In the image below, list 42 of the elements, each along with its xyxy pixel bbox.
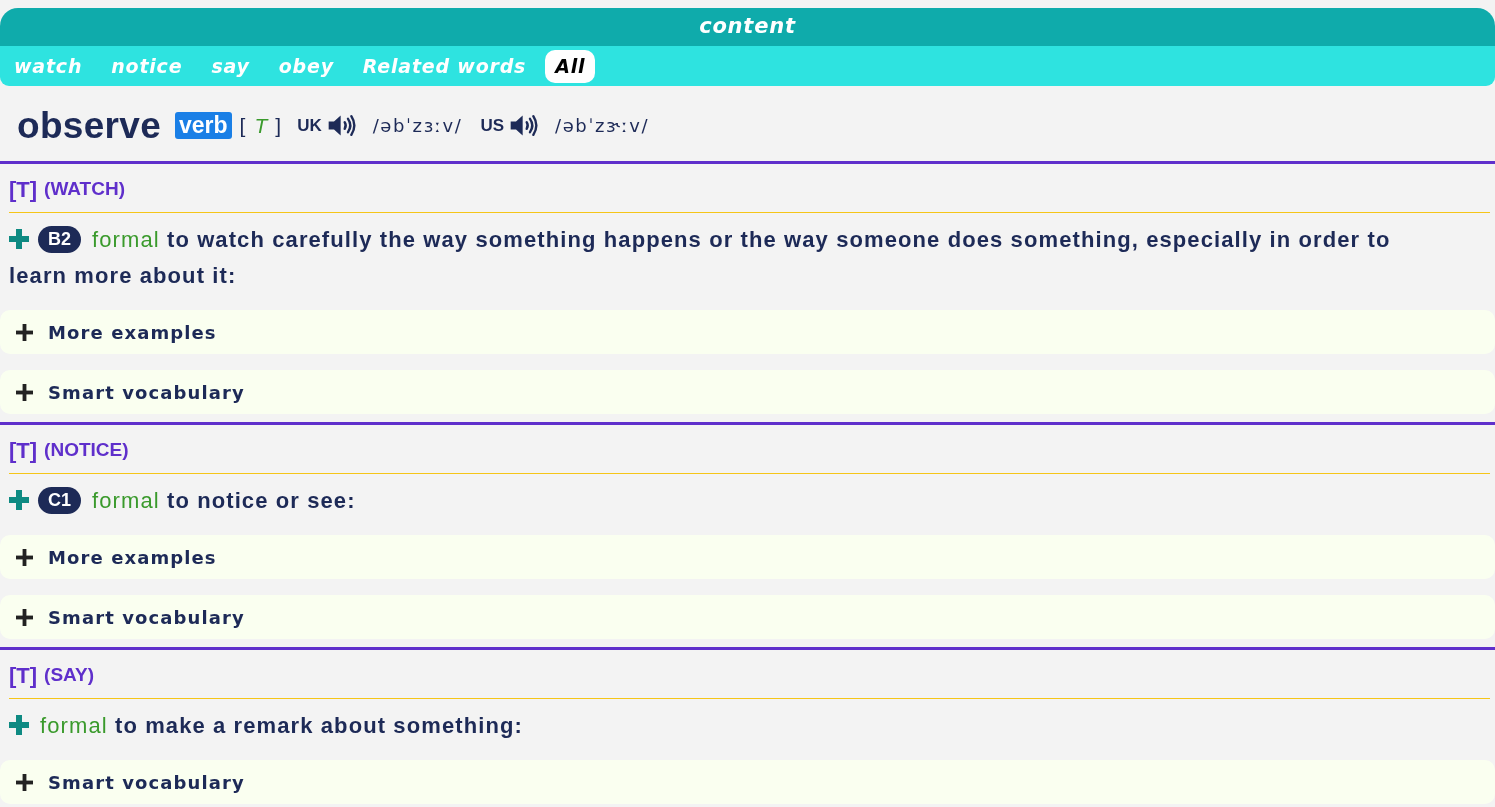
expandable-section[interactable]: Smart vocabulary: [0, 370, 1495, 414]
section-label: More examples: [48, 545, 217, 570]
plus-icon[interactable]: [16, 383, 33, 401]
grammar-code: [T]: [9, 437, 38, 465]
definition-text: B2 formal to watch carefully the way something happens or the way someone does something, especially in order to learn more about it:: [9, 225, 1392, 290]
section-label: Smart vocabulary: [48, 770, 245, 795]
grammar-code: [T]: [9, 662, 38, 690]
plus-icon[interactable]: [16, 323, 33, 341]
nav-tab[interactable]: All: [545, 49, 596, 83]
expandable-section[interactable]: Smart vocabulary: [0, 760, 1495, 804]
level-badge: C1: [38, 487, 81, 514]
definition-text: formal to make a remark about something:: [9, 708, 1455, 744]
expandable-section[interactable]: More examples: [0, 310, 1495, 354]
grammar-code: [T]: [9, 176, 38, 204]
grammar-code: T: [254, 112, 268, 139]
section-label: Smart vocabulary: [48, 605, 245, 630]
header-title: content: [699, 13, 796, 41]
ipa-text: /əbˈzɜːv/: [372, 114, 463, 138]
part-of-speech-label: verb: [175, 112, 232, 139]
grammar-bracket: [: [239, 112, 246, 139]
register-label: formal: [92, 227, 160, 252]
region-label: US: [480, 114, 505, 137]
register-label: formal: [92, 488, 160, 513]
expandable-section[interactable]: More examples: [0, 535, 1495, 579]
grammar-bracket: ]: [275, 112, 282, 139]
plus-icon[interactable]: [16, 608, 33, 626]
section-label: More examples: [48, 320, 217, 345]
guideword: (NOTICE): [44, 438, 129, 463]
region-label: UK: [297, 114, 322, 137]
speaker-icon[interactable]: [327, 112, 358, 139]
plus-icon[interactable]: [16, 773, 33, 791]
guideword: (WATCH): [44, 177, 125, 202]
register-label: formal: [40, 713, 108, 738]
plus-icon[interactable]: [16, 548, 33, 566]
guideword: (SAY): [44, 663, 95, 688]
ipa-text: /əbˈzɝːv/: [555, 114, 650, 138]
definition-text: C1 formal to notice or see:: [9, 483, 1455, 519]
expandable-section[interactable]: Smart vocabulary: [0, 595, 1495, 639]
level-badge: B2: [38, 226, 81, 253]
section-label: Smart vocabulary: [48, 380, 245, 405]
headword: observe: [17, 107, 161, 144]
speaker-icon[interactable]: [510, 112, 541, 139]
